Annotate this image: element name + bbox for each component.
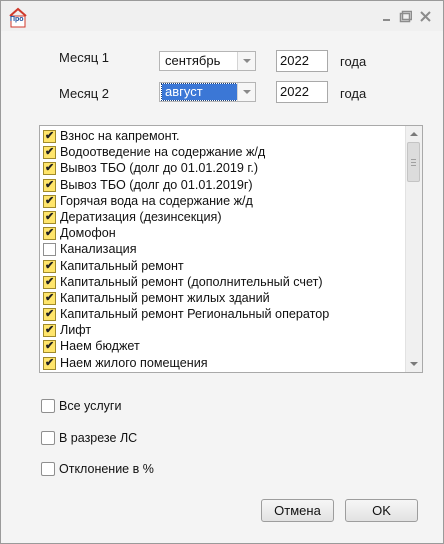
checkbox-checked-icon[interactable]: ✔ [43, 308, 56, 322]
checkbox-checked-icon[interactable]: ✔ [43, 178, 56, 192]
list-item-label: Лифт [60, 323, 92, 338]
year1-suffix: года [340, 54, 367, 69]
list-item[interactable]: ✔ Дератизация (дезинсекция) [43, 209, 403, 225]
list-item[interactable]: Н... [43, 371, 403, 373]
list-item[interactable]: ✔ Капитальный ремонт жилых зданий [43, 290, 403, 306]
list-item-label: Капитальный ремонт [60, 258, 184, 273]
month2-select[interactable]: август [159, 82, 256, 102]
list-item[interactable]: ✔ Капитальный ремонт [43, 258, 403, 274]
minimize-icon[interactable] [380, 10, 393, 23]
scroll-up-icon[interactable] [406, 126, 422, 142]
year2-input[interactable]: 2022 [276, 81, 328, 103]
list-item-label: Водоотведение на содержание ж/д [60, 145, 266, 160]
checkbox-checked-icon[interactable]: ✔ [43, 210, 56, 224]
list-item-label: Н... [60, 371, 80, 373]
check-mark-icon: ✔ [45, 291, 55, 304]
year1-input[interactable]: 2022 [276, 50, 328, 72]
checkbox-checked-icon[interactable]: ✔ [43, 130, 56, 143]
check-mark-icon: ✔ [45, 259, 55, 272]
check-mark-icon: ✔ [45, 227, 55, 240]
year2-suffix: года [340, 86, 367, 101]
checkbox-checked-icon[interactable]: ✔ [43, 291, 56, 305]
scrollbar-thumb[interactable] [407, 142, 420, 182]
list-item-label: Вывоз ТБО (долг до 01.01.2019 г.) [60, 161, 259, 176]
month1-select[interactable]: сентябрь [159, 51, 256, 71]
check-mark-icon: ✔ [45, 130, 55, 142]
restore-icon[interactable] [399, 10, 413, 23]
check-mark-icon: ✔ [45, 146, 55, 159]
checkbox-checked-icon[interactable]: ✔ [43, 162, 56, 176]
checkbox-checked-icon[interactable]: ✔ [43, 227, 56, 241]
month1-value: сентябрь [165, 53, 221, 68]
vertical-scrollbar[interactable] [405, 126, 422, 372]
check-mark-icon: ✔ [45, 356, 55, 369]
list-item-label: Вывоз ТБО (долг до 01.01.2019г) [60, 177, 253, 192]
checkbox-unchecked-icon[interactable] [43, 243, 56, 257]
checkbox-checked-icon[interactable]: ✔ [43, 146, 56, 160]
check-mark-icon: ✔ [45, 210, 55, 223]
list-item[interactable]: ✔ Горячая вода на содержание ж/д [43, 193, 403, 209]
list-item-label: Капитальный ремонт (дополнительный счет) [60, 274, 323, 289]
list-item-label: Горячая вода на содержание ж/д [60, 193, 253, 208]
checkbox-checked-icon[interactable]: ✔ [43, 259, 56, 273]
ok-button[interactable]: OK [345, 499, 418, 522]
list-item-label: Взнос на капремонт. [60, 129, 180, 143]
title-bar[interactable]: Про [1, 1, 443, 31]
month2-value: август [161, 83, 238, 101]
checkbox-checked-icon[interactable]: ✔ [43, 356, 56, 370]
check-mark-icon: ✔ [45, 162, 55, 175]
list-item-label: Капитальный ремонт Региональный оператор [60, 307, 330, 322]
all-services-label: Все услуги [59, 399, 122, 413]
check-mark-icon: ✔ [45, 194, 55, 207]
list-item[interactable]: ✔ Лифт [43, 322, 403, 338]
checkbox-box[interactable] [41, 462, 55, 476]
list-item-label: Дератизация (дезинсекция) [60, 209, 222, 224]
list-item-label: Наем бюджет [60, 339, 140, 354]
scroll-down-icon[interactable] [406, 356, 422, 372]
list-item[interactable]: ✔ Капитальный ремонт Региональный операто… [43, 306, 403, 322]
check-mark-icon: ✔ [45, 308, 55, 321]
check-mark-icon: ✔ [45, 178, 55, 191]
list-item[interactable]: ✔ Наем бюджет [43, 338, 403, 354]
list-item[interactable]: Канализация [43, 241, 403, 257]
chevron-down-icon[interactable] [237, 52, 255, 70]
deviation-label: Отклонение в % [59, 462, 154, 476]
check-mark-icon: ✔ [45, 340, 55, 353]
by-account-label: В разрезе ЛС [59, 431, 138, 445]
list-item[interactable]: ✔ Капитальный ремонт (дополнительный счет… [43, 274, 403, 290]
list-item[interactable]: ✔ Вывоз ТБО (долг до 01.01.2019г) [43, 177, 403, 193]
checkbox-checked-icon[interactable]: ✔ [43, 194, 56, 208]
dialog-window: Про Месяц 1 сентябрь 2022 года Месяц 2 а… [0, 0, 444, 544]
list-item-label: Капитальный ремонт жилых зданий [60, 290, 270, 305]
month2-label: Месяц 2 [59, 86, 110, 101]
month1-label: Месяц 1 [59, 50, 110, 65]
check-mark-icon: ✔ [45, 324, 55, 337]
check-mark-icon: ✔ [45, 275, 55, 288]
checkbox-box[interactable] [41, 431, 55, 445]
app-logo-text: Про [10, 16, 24, 23]
chevron-down-icon[interactable] [237, 83, 255, 101]
cancel-button[interactable]: Отмена [261, 499, 334, 522]
list-item-label: Домофон [60, 226, 116, 241]
checkbox-checked-icon[interactable]: ✔ [43, 340, 56, 354]
list-item-label: Наем жилого помещения [60, 355, 208, 370]
app-logo-icon: Про [8, 7, 28, 29]
list-item[interactable]: ✔ Водоотведение на содержание ж/д [43, 144, 403, 160]
checkbox-box[interactable] [41, 399, 55, 413]
list-item[interactable]: ✔ Вывоз ТБО (долг до 01.01.2019 г.) [43, 160, 403, 176]
services-list[interactable]: ✔ Взнос на капремонт. ✔ Водоотведение на со… [39, 125, 423, 373]
list-item[interactable]: ✔ Взнос на капремонт. [43, 128, 403, 144]
services-list-items: ✔ Взнос на капремонт. ✔ Водоотведение на со… [43, 128, 403, 373]
list-item[interactable]: ✔ Наем жилого помещения [43, 355, 403, 371]
checkbox-checked-icon[interactable]: ✔ [43, 275, 56, 289]
checkbox-checked-icon[interactable]: ✔ [43, 324, 56, 338]
list-item-label: Канализация [60, 242, 137, 257]
list-item[interactable]: ✔ Домофон [43, 225, 403, 241]
close-icon[interactable] [419, 10, 432, 23]
